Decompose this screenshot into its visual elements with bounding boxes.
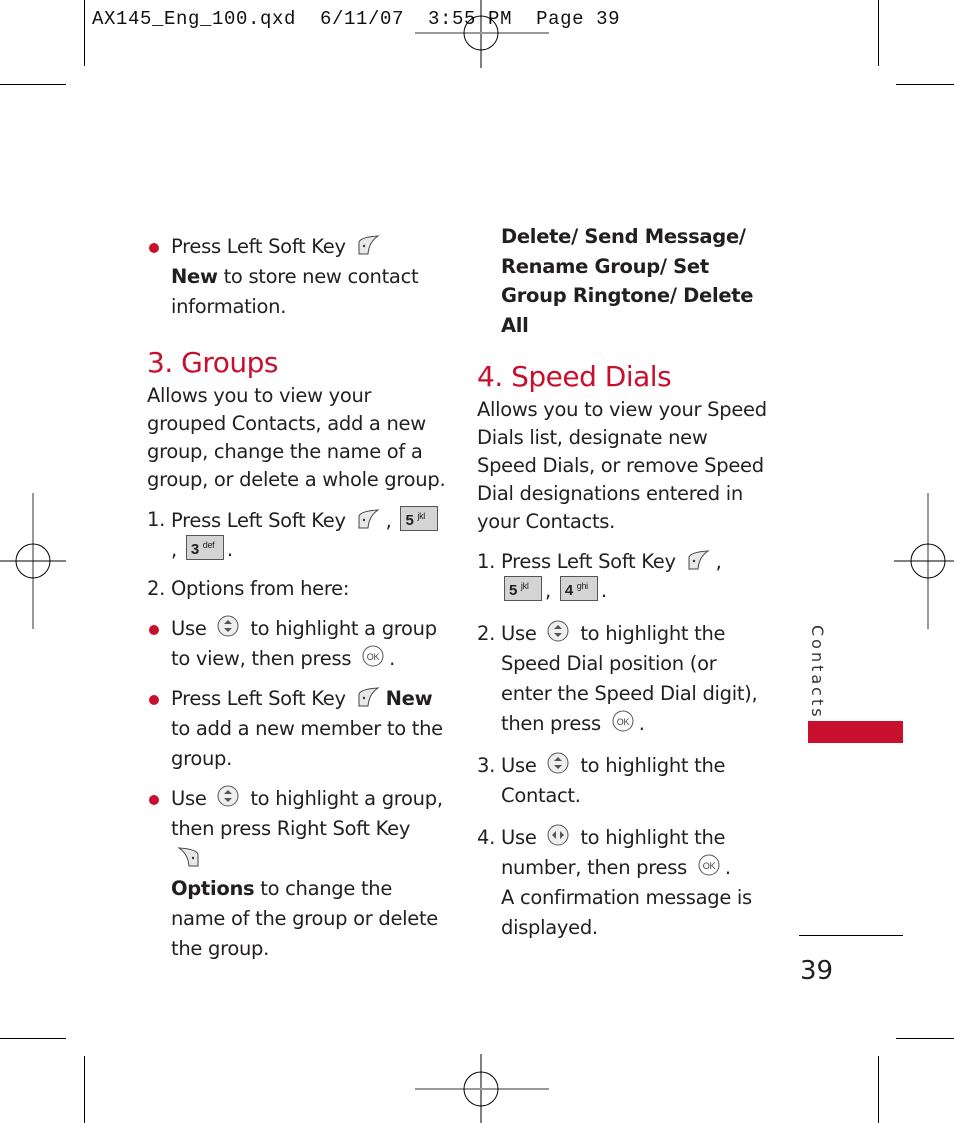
groups-option-view: Use to highlight a group to view, then p…: [147, 614, 447, 674]
key-3-def: 3 def: [185, 535, 224, 560]
left-column: Press Left Soft Key New to store new con…: [147, 232, 447, 964]
crop-mark: [896, 84, 954, 85]
speed-dials-step-1: 1. Press Left Soft Key , 5 jkl, 4 ghi.: [477, 550, 722, 602]
right-soft-key-icon: [177, 847, 199, 867]
crop-mark: [878, 0, 879, 66]
page-number: 39: [800, 956, 834, 986]
svg-text:OK: OK: [367, 652, 380, 662]
left-soft-key-icon: [358, 687, 380, 707]
page-number-rule: [799, 935, 903, 936]
crop-mark: [878, 1056, 879, 1123]
groups-option-rename-delete: Use to highlight a group, then press Rig…: [147, 784, 447, 964]
crop-mark: [84, 0, 85, 66]
crop-mark: [0, 84, 66, 85]
ok-key-icon: OK: [362, 645, 384, 667]
svg-text:OK: OK: [617, 717, 630, 727]
ok-key-icon: OK: [698, 854, 720, 876]
left-soft-key-icon: [358, 509, 380, 529]
ok-key-icon: OK: [612, 710, 634, 732]
groups-option-add-member: Press Left Soft Key New to add a new mem…: [147, 684, 447, 774]
left-soft-key-icon: [358, 235, 380, 255]
speed-dials-step-4: 4. Use to highlight the number, then pre…: [477, 823, 767, 943]
groups-step-1: 1. Press Left Soft Key , 5 jkl, 3 def.: [147, 506, 447, 564]
nav-up-down-icon: [217, 785, 239, 807]
registration-mark-left: [0, 493, 66, 629]
crop-mark: [896, 1038, 954, 1039]
speed-dials-step-3: 3. Use to highlight the Contact.: [477, 751, 767, 811]
key-5-jkl: 5 jkl: [504, 576, 542, 601]
intro-bullet: Press Left Soft Key New to store new con…: [147, 232, 447, 322]
nav-up-down-icon: [547, 752, 569, 774]
speed-dials-step-2: 2. Use to highlight the Speed Dial posit…: [477, 619, 767, 739]
section-title-speed-dials: 4. Speed Dials: [477, 360, 672, 393]
groups-description: Allows you to view your grouped Contacts…: [147, 384, 446, 491]
registration-mark-bottom: [415, 1054, 549, 1123]
crop-mark: [84, 1056, 85, 1123]
section-tab-marker: [808, 721, 903, 743]
groups-step-2: 2. Options from here:: [147, 577, 350, 600]
section-side-label: Contacts: [808, 625, 827, 720]
key-5-jkl: 5 jkl: [400, 506, 439, 531]
left-soft-key-icon: [688, 550, 710, 570]
crop-mark: [0, 1038, 66, 1039]
right-column: Delete/ Send Message/ Rename Group/ Set …: [477, 222, 767, 943]
group-options-list: Delete/ Send Message/ Rename Group/ Set …: [501, 225, 754, 337]
registration-mark-right: [894, 493, 954, 629]
section-title-groups: 3. Groups: [147, 346, 278, 379]
nav-up-down-icon: [547, 620, 569, 642]
nav-up-down-icon: [217, 615, 239, 637]
registration-mark-top: [415, 0, 549, 68]
nav-left-right-icon: [547, 824, 569, 846]
speed-dials-description: Allows you to view your Speed Dials list…: [477, 398, 767, 533]
svg-text:OK: OK: [703, 861, 716, 871]
key-4-ghi: 4 ghi: [559, 576, 598, 601]
